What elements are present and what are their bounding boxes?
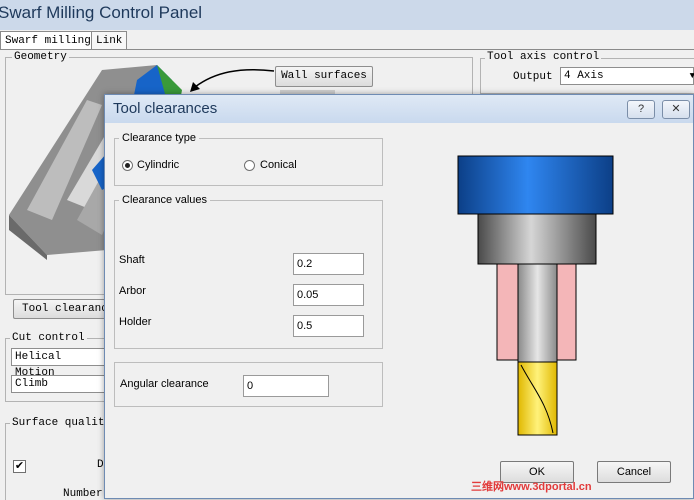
surface-quality-label: Surface quality bbox=[10, 417, 114, 429]
chevron-down-icon: ▼ bbox=[689, 71, 694, 81]
cancel-button[interactable]: Cancel bbox=[597, 461, 671, 483]
output-select[interactable]: 4 Axis ▼ bbox=[560, 67, 694, 85]
conical-label: Conical bbox=[260, 159, 297, 171]
surface-quality-checkbox[interactable]: ✔ bbox=[13, 460, 26, 473]
holder-label: Holder bbox=[119, 316, 152, 328]
tool-shaft bbox=[517, 263, 558, 363]
shaft-label: Shaft bbox=[119, 254, 145, 266]
tool-clearances-dialog: Tool clearances ? ✕ Clearance type Cylin… bbox=[104, 94, 694, 499]
watermark-text: 三维网www.3dportal.cn bbox=[471, 481, 592, 493]
conical-radio[interactable] bbox=[244, 160, 255, 171]
cylindric-label: Cylindric bbox=[137, 159, 180, 171]
arbor-label: Arbor bbox=[119, 285, 146, 297]
wall-surfaces-button[interactable]: Wall surfaces bbox=[275, 66, 373, 87]
tool-clearance-button[interactable]: Tool clearance bbox=[13, 299, 105, 319]
tab-divider bbox=[0, 49, 694, 50]
cylindric-radio[interactable] bbox=[122, 160, 133, 171]
tab-link[interactable]: Link bbox=[91, 31, 128, 50]
cut-control-label: Cut control bbox=[10, 332, 87, 344]
surface-quality-row-text: D bbox=[97, 459, 104, 471]
dialog-titlebar: Tool clearances ? ✕ bbox=[105, 95, 693, 123]
number-label: Number bbox=[63, 488, 103, 500]
shaft-input[interactable]: 0.2 bbox=[293, 253, 364, 275]
tab-swarf-milling[interactable]: Swarf milling bbox=[0, 31, 96, 50]
helical-motion-select[interactable]: Helical Motion bbox=[11, 348, 105, 379]
arbor-block bbox=[477, 213, 597, 265]
tool-axis-control-label: Tool axis control bbox=[485, 51, 602, 63]
clearance-type-label: Clearance type bbox=[119, 132, 199, 144]
holder-block bbox=[457, 155, 614, 215]
dialog-title: Tool clearances bbox=[113, 100, 218, 117]
close-button[interactable]: ✕ bbox=[662, 100, 690, 119]
cut-direction-select[interactable]: Climb bbox=[11, 375, 105, 393]
main-window-title: Swarf Milling Control Panel bbox=[0, 3, 203, 22]
tool-clearance-diagram bbox=[457, 155, 614, 436]
angular-clearance-input[interactable]: 0 bbox=[243, 375, 329, 397]
help-button[interactable]: ? bbox=[627, 100, 655, 119]
main-window-titlebar: Swarf Milling Control Panel bbox=[0, 0, 694, 30]
output-select-value: 4 Axis bbox=[564, 70, 604, 82]
angular-clearance-label: Angular clearance bbox=[120, 378, 209, 390]
arbor-input[interactable]: 0.05 bbox=[293, 284, 364, 306]
holder-input[interactable]: 0.5 bbox=[293, 315, 364, 337]
clearance-values-label: Clearance values bbox=[119, 194, 210, 206]
output-label: Output bbox=[513, 71, 553, 83]
